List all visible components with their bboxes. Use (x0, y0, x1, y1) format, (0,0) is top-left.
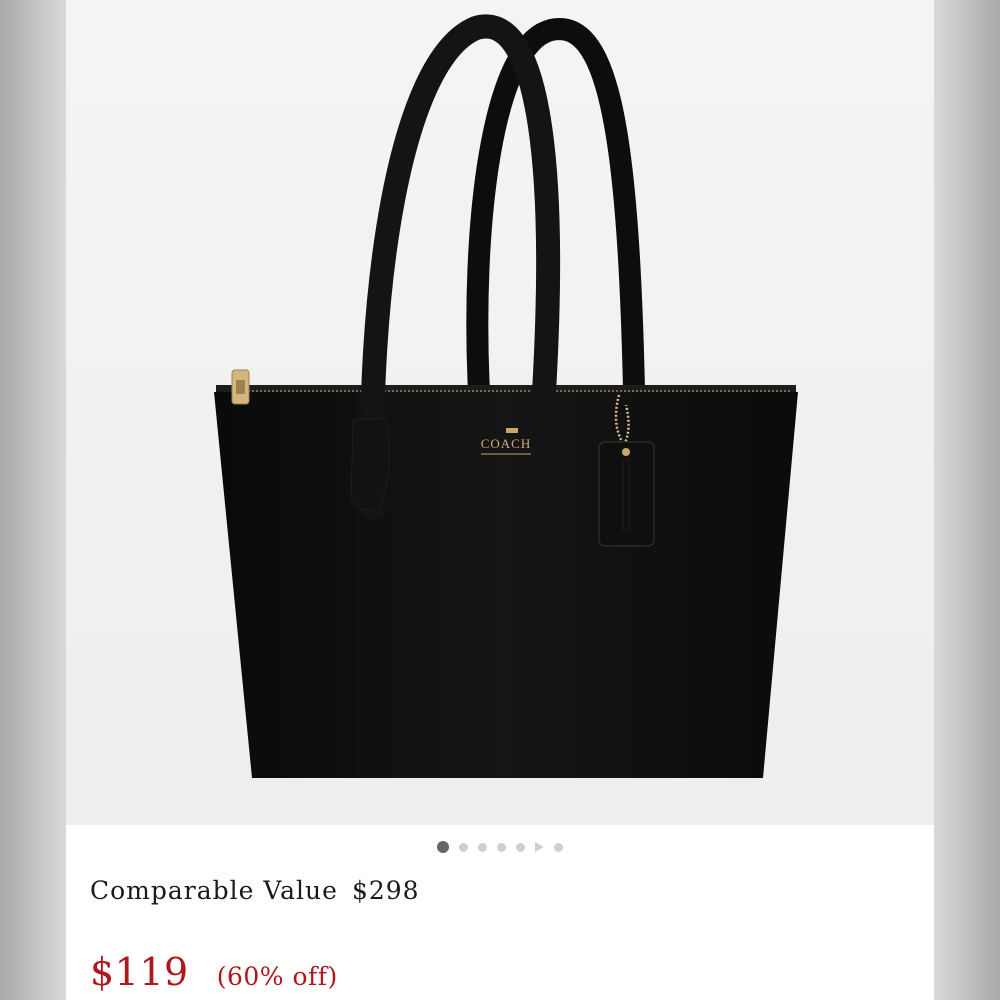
carousel-indicators[interactable] (66, 838, 934, 856)
product-image[interactable]: COACH (66, 0, 934, 825)
carousel-dot[interactable] (437, 841, 449, 853)
discount-badge: (60% off) (216, 962, 338, 991)
carousel-dot[interactable] (478, 842, 487, 852)
comparable-value: Comparable Value $298 (90, 876, 420, 905)
tote-bag-illustration: COACH (66, 0, 934, 825)
price-row: $119 (60% off) (90, 950, 338, 994)
sale-price: $119 (90, 950, 189, 994)
carousel-dot[interactable] (497, 842, 506, 852)
comparable-label: Comparable Value (90, 876, 338, 905)
product-card: COACH Comparable Value $298 $119 (60% off) (66, 0, 934, 1000)
brand-logo-text: COACH (481, 436, 532, 451)
video-play-icon[interactable] (535, 842, 544, 852)
carousel-dot[interactable] (554, 842, 563, 852)
carousel-dot[interactable] (516, 842, 525, 852)
right-margin (934, 0, 1000, 1000)
carousel-dot[interactable] (459, 842, 468, 852)
comparable-amount: $298 (351, 876, 420, 905)
left-margin (0, 0, 66, 1000)
